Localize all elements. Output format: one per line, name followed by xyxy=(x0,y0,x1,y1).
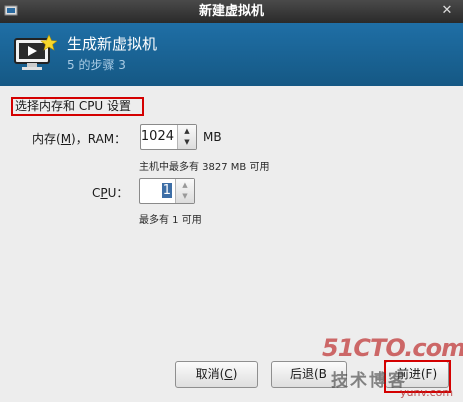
memory-label: 内存(M)，RAM： xyxy=(32,132,127,146)
memory-unit: MB xyxy=(203,130,222,144)
wizard-header: 生成新虚拟机 5 的步骤 3 xyxy=(0,23,463,86)
window-titlebar[interactable]: 新建虚拟机 ✕ xyxy=(0,0,463,23)
cpu-value[interactable]: 1 xyxy=(161,179,172,203)
wizard-step-indicator: 5 的步骤 3 xyxy=(67,58,126,72)
watermark-url: yunv.com xyxy=(400,386,454,399)
section-heading: 选择内存和 CPU 设置 xyxy=(15,99,132,113)
wizard-title: 生成新虚拟机 xyxy=(67,35,158,53)
memory-value[interactable]: 1024 xyxy=(141,125,174,149)
chevron-up-icon[interactable]: ▲ xyxy=(176,180,194,191)
chevron-down-icon[interactable]: ▼ xyxy=(178,137,196,148)
memory-stepper[interactable]: ▲ ▼ xyxy=(177,125,196,149)
cpu-spinbox[interactable]: 1 ▲ ▼ xyxy=(139,178,195,204)
chevron-down-icon[interactable]: ▼ xyxy=(176,191,194,202)
cpu-stepper[interactable]: ▲ ▼ xyxy=(175,179,194,203)
window-title: 新建虚拟机 xyxy=(198,4,264,19)
memory-spinbox[interactable]: 1024 ▲ ▼ xyxy=(140,124,197,150)
watermark-text: 技术博客 xyxy=(331,371,407,391)
close-icon[interactable]: ✕ xyxy=(439,3,455,19)
chevron-up-icon[interactable]: ▲ xyxy=(178,126,196,137)
cancel-button[interactable]: 取消(C) xyxy=(175,361,258,388)
cpu-label: CPU： xyxy=(92,186,129,200)
cpu-hint: 最多有 1 可用 xyxy=(139,215,202,226)
watermark-logo: 51CTO.com xyxy=(322,334,463,362)
memory-hint: 主机中最多有 3827 MB 可用 xyxy=(139,162,270,173)
virtual-machine-icon xyxy=(14,34,57,70)
